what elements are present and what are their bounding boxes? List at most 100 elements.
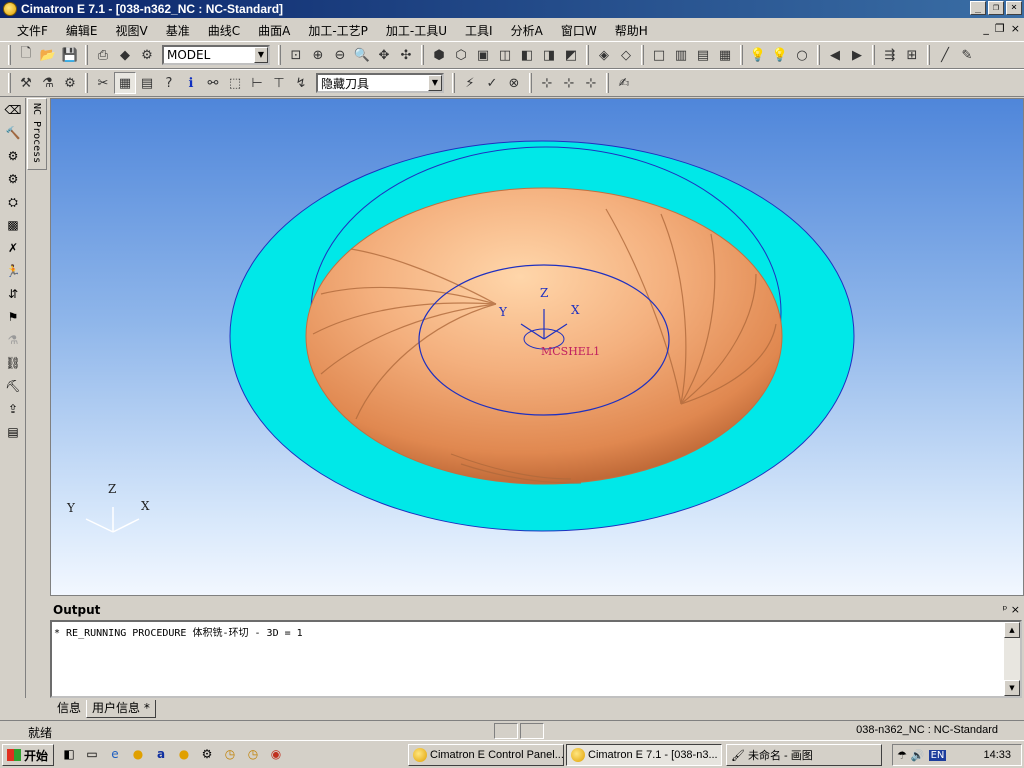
zoom-window-icon[interactable]: ⊕ <box>307 44 329 66</box>
open-folder-icon[interactable]: 📂 <box>37 44 59 66</box>
menu-tools[interactable]: 工具I <box>456 22 502 39</box>
cimatron-launch-icon[interactable]: ● <box>129 745 147 763</box>
wireframe-icon[interactable]: □ <box>648 44 670 66</box>
view-front-icon[interactable]: ⬡ <box>450 44 472 66</box>
graphics-viewport[interactable]: Z Y X MCSHEL1 Z Y X <box>50 98 1024 596</box>
toolbar-grip[interactable] <box>8 73 11 93</box>
task-cimatron-main[interactable]: Cimatron E 7.1 - [038-n3... <box>566 744 722 766</box>
task-control-panel[interactable]: Cimatron E Control Panel... <box>408 744 564 766</box>
zoom-icon[interactable]: 🔍 <box>351 44 373 66</box>
light-on-icon[interactable]: 💡 <box>769 44 791 66</box>
tool-display-combo[interactable]: 隐藏刀具 ▼ <box>316 73 444 93</box>
nc-process-tab[interactable]: NC Process <box>27 98 47 170</box>
view-right-icon[interactable]: ◫ <box>494 44 516 66</box>
menu-edit[interactable]: 编辑E <box>57 22 107 39</box>
hierarchy-icon[interactable]: ⊤ <box>268 72 290 94</box>
zoom-all-icon[interactable]: ⊡ <box>285 44 307 66</box>
tool-path-icon[interactable]: ↯ <box>290 72 312 94</box>
tool-change-icon[interactable]: ⛭ <box>2 191 24 213</box>
media-icon[interactable]: ◉ <box>267 745 285 763</box>
pan-icon[interactable]: ✥ <box>373 44 395 66</box>
ruler-icon[interactable]: ⊞ <box>901 44 923 66</box>
mdi-minimize-button[interactable]: _ <box>983 22 989 35</box>
light-bulb-icon[interactable]: 💡 <box>747 44 769 66</box>
menu-analysis[interactable]: 分析A <box>502 22 552 39</box>
nc-setup-icon[interactable]: ▦ <box>114 72 136 94</box>
model-canvas[interactable]: Z Y X MCSHEL1 Z Y X <box>51 99 1024 596</box>
axis-icon[interactable]: ⊹ <box>536 72 558 94</box>
rotate-icon[interactable]: ✣ <box>395 44 417 66</box>
stock-box-icon[interactable]: ⬚ <box>224 72 246 94</box>
hidden-line-icon[interactable]: ▥ <box>670 44 692 66</box>
chevron-down-icon[interactable]: ▼ <box>254 47 268 63</box>
nc-process-icon[interactable]: ⚙ <box>59 72 81 94</box>
layer-icon[interactable]: ◆ <box>114 44 136 66</box>
back-arrow-icon[interactable]: ◀ <box>824 44 846 66</box>
nc-wizard-icon[interactable]: ⚒ <box>15 72 37 94</box>
clock-app-icon[interactable]: ◷ <box>221 745 239 763</box>
print-icon[interactable]: ⎙ <box>92 44 114 66</box>
model-combo[interactable]: MODEL ▼ <box>162 45 270 65</box>
export-icon[interactable]: ⇪ <box>2 398 24 420</box>
light-off-icon[interactable]: ○ <box>791 44 813 66</box>
toolbar-grip[interactable] <box>8 45 11 65</box>
tab-info[interactable]: 信息 <box>52 700 86 718</box>
hammer-icon[interactable]: 🔨 <box>2 122 24 144</box>
output-scrollbar[interactable]: ▲ ▼ <box>1004 622 1020 696</box>
stock-compare-icon[interactable]: ⊗ <box>503 72 525 94</box>
output-log[interactable]: * RE_RUNNING PROCEDURE 体积铣-环切 - 3D = 1 ▲… <box>50 620 1022 698</box>
scroll-up-icon[interactable]: ▲ <box>1004 622 1020 638</box>
view-bottom-icon[interactable]: ◨ <box>538 44 560 66</box>
render-icon[interactable]: ◇ <box>615 44 637 66</box>
coordinate-icon[interactable]: ⚯ <box>202 72 224 94</box>
ie-icon[interactable]: e <box>106 745 124 763</box>
nc-table-icon[interactable]: ▤ <box>136 72 158 94</box>
mdi-restore-button[interactable]: ❐ <box>995 22 1005 35</box>
measure-icon[interactable]: ⇶ <box>879 44 901 66</box>
procedure-icon[interactable]: ⚙ <box>2 145 24 167</box>
desktop-icon[interactable]: ▭ <box>83 745 101 763</box>
help-question-icon[interactable]: ? <box>158 72 180 94</box>
machine-icon[interactable]: ⛏ <box>2 375 24 397</box>
report-icon[interactable]: ▤ <box>2 421 24 443</box>
tree-icon[interactable]: ⊢ <box>246 72 268 94</box>
minimize-button[interactable]: _ <box>970 1 986 15</box>
view-iso-icon[interactable]: ⬢ <box>428 44 450 66</box>
pen-tool-icon[interactable]: ✎ <box>956 44 978 66</box>
output-pin-close-icons[interactable]: ᵖ × <box>1003 602 1020 618</box>
execute-icon[interactable]: ⚑ <box>2 306 24 328</box>
mdi-close-button[interactable]: × <box>1011 22 1020 35</box>
nc-filter-icon[interactable]: ⚗ <box>37 72 59 94</box>
delete-procedure-icon[interactable]: ✗ <box>2 237 24 259</box>
input-language-indicator[interactable]: EN <box>928 749 947 761</box>
view-back-icon[interactable]: ◩ <box>560 44 582 66</box>
cimatron-app-icon[interactable] <box>3 2 17 16</box>
display-options-icon[interactable]: ▦ <box>714 44 736 66</box>
copy-procedure-icon[interactable]: ⇵ <box>2 283 24 305</box>
settings-icon[interactable]: ⚙ <box>198 745 216 763</box>
menu-surface[interactable]: 曲面A <box>249 22 299 39</box>
clock-app-icon-2[interactable]: ◷ <box>244 745 262 763</box>
display-mode-icon[interactable]: ▤ <box>692 44 714 66</box>
forward-arrow-icon[interactable]: ▶ <box>846 44 868 66</box>
umbrella-icon[interactable]: ☂ <box>897 749 907 762</box>
app-launcher-icon[interactable]: ◧ <box>60 745 78 763</box>
axis-rotate-icon[interactable]: ⊹ <box>580 72 602 94</box>
scroll-down-icon[interactable]: ▼ <box>1004 680 1020 696</box>
view-left-icon[interactable]: ◧ <box>516 44 538 66</box>
stock-icon[interactable]: ▩ <box>2 214 24 236</box>
clock[interactable]: 14:33 <box>983 749 1011 761</box>
menu-help[interactable]: 帮助H <box>606 22 657 39</box>
nc-tool-icon[interactable]: ✂ <box>92 72 114 94</box>
info-icon[interactable]: ℹ <box>180 72 202 94</box>
close-button[interactable]: × <box>1006 1 1022 15</box>
zoom-in-icon[interactable]: ⊖ <box>329 44 351 66</box>
simulate-icon[interactable]: ⚡ <box>459 72 481 94</box>
set-model-icon[interactable]: ⚙ <box>136 44 158 66</box>
chevron-down-icon[interactable]: ▼ <box>428 75 442 91</box>
eraser-icon[interactable]: ⌫ <box>2 99 24 121</box>
shading-icon[interactable]: ◈ <box>593 44 615 66</box>
link-icon[interactable]: ⛓ <box>2 352 24 374</box>
menu-datum[interactable]: 基准 <box>157 22 199 39</box>
tab-user-info[interactable]: 用户信息 * <box>86 700 156 718</box>
